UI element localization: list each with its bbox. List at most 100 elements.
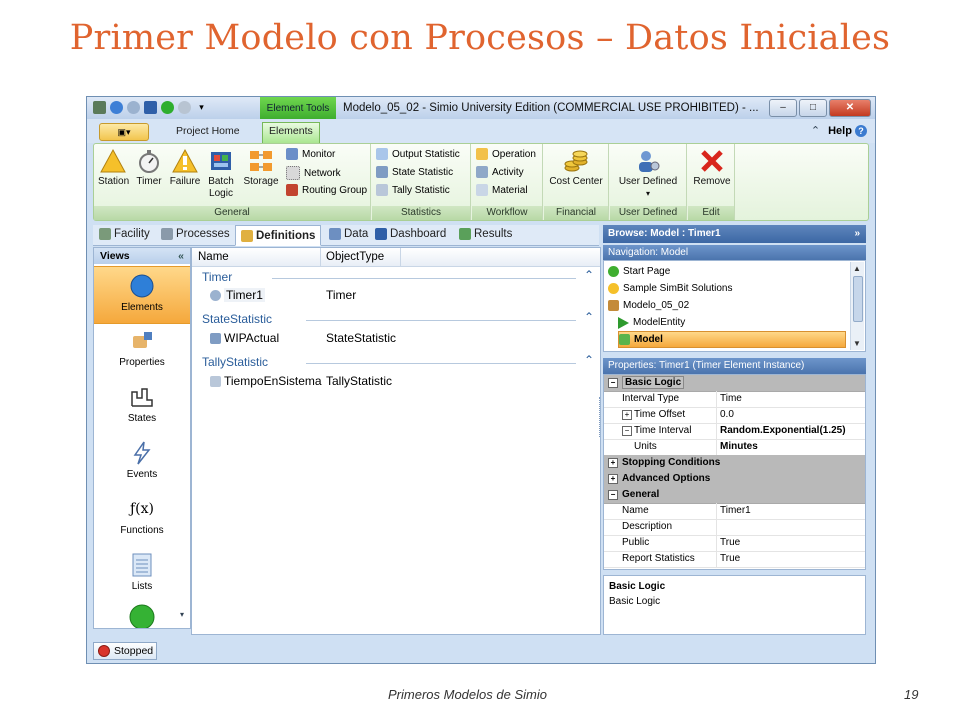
- stop-icon[interactable]: [178, 101, 191, 114]
- property-row-public[interactable]: Public True: [604, 535, 865, 552]
- table-row[interactable]: Timer1 Timer: [210, 288, 590, 304]
- property-row-name[interactable]: Name Timer1: [604, 503, 865, 520]
- nav-item-modelentity[interactable]: ModelEntity: [618, 314, 846, 331]
- group-header-tallystatistic[interactable]: TallyStatistic ⌃: [202, 353, 594, 369]
- tab-results[interactable]: Results: [459, 228, 512, 240]
- customize-qat-icon[interactable]: ▾: [195, 101, 208, 114]
- help-button[interactable]: ⌃ Help ?: [811, 124, 867, 137]
- storage-label: Storage: [243, 176, 279, 187]
- table-row[interactable]: TiempoEnSistema TallyStatistic: [210, 374, 590, 390]
- tab-dashboard[interactable]: Dashboard: [375, 228, 446, 240]
- activity-button[interactable]: Activity: [476, 166, 524, 178]
- property-value[interactable]: True: [720, 553, 740, 564]
- view-more-partial[interactable]: [129, 604, 155, 628]
- scroll-down-icon[interactable]: ▼: [853, 339, 861, 348]
- tally-statistic-button[interactable]: Tally Statistic: [376, 184, 450, 196]
- collapse-caret-icon[interactable]: ⌃: [584, 268, 594, 282]
- user-defined-button[interactable]: User Defined ▾: [616, 148, 680, 200]
- nav-item-model[interactable]: Model: [618, 331, 846, 348]
- collapse-caret-icon[interactable]: ⌃: [584, 310, 594, 324]
- save-icon[interactable]: [144, 101, 157, 114]
- batch-logic-icon: [211, 152, 231, 170]
- coins-icon: [564, 150, 588, 172]
- tab-elements[interactable]: Elements: [262, 122, 320, 144]
- expand-icon[interactable]: +: [622, 410, 632, 420]
- batch-logic-button[interactable]: Batch Logic: [204, 148, 238, 200]
- tab-facility[interactable]: Facility: [99, 228, 150, 240]
- station-button[interactable]: Station: [98, 148, 129, 188]
- redo-icon[interactable]: [127, 101, 140, 114]
- network-button[interactable]: Network: [286, 166, 341, 180]
- property-key: Description: [622, 521, 673, 532]
- state-statistic-button[interactable]: State Statistic: [376, 166, 453, 178]
- routing-group-button[interactable]: Routing Group: [286, 184, 367, 196]
- column-objecttype[interactable]: ObjectType: [326, 251, 384, 263]
- expand-icon[interactable]: +: [608, 458, 618, 468]
- view-properties[interactable]: Properties: [94, 322, 190, 378]
- category-general[interactable]: − General: [604, 487, 865, 504]
- app-icon[interactable]: [93, 101, 106, 114]
- material-button[interactable]: Material: [476, 184, 528, 196]
- remove-button[interactable]: Remove: [692, 148, 732, 188]
- collapse-icon[interactable]: −: [608, 378, 618, 388]
- view-elements[interactable]: Elements: [94, 266, 190, 324]
- property-row-time-offset[interactable]: + Time Offset 0.0: [604, 407, 865, 424]
- application-menu-button[interactable]: ▣▾: [99, 123, 149, 141]
- navigation-scrollbar[interactable]: ▲ ▼: [850, 262, 864, 350]
- minimize-button[interactable]: –: [769, 99, 797, 117]
- run-icon[interactable]: [161, 101, 174, 114]
- collapse-icon[interactable]: −: [608, 490, 618, 500]
- nav-item-project[interactable]: Modelo_05_02: [608, 297, 846, 314]
- property-value[interactable]: 0.0: [720, 409, 734, 420]
- nav-item-simbit[interactable]: Sample SimBit Solutions: [608, 280, 846, 297]
- view-states[interactable]: States: [94, 378, 190, 434]
- scroll-thumb[interactable]: [853, 276, 863, 322]
- property-row-report-statistics[interactable]: Report Statistics True: [604, 551, 865, 568]
- property-value[interactable]: True: [720, 537, 740, 548]
- material-icon: [476, 184, 488, 196]
- scroll-up-icon[interactable]: ▲: [853, 264, 861, 273]
- collapse-caret-icon[interactable]: ⌃: [584, 353, 594, 367]
- group-header-timer[interactable]: Timer ⌃: [202, 268, 594, 284]
- category-advanced-options[interactable]: + Advanced Options: [604, 471, 865, 488]
- tab-processes[interactable]: Processes: [161, 228, 230, 240]
- tab-definitions[interactable]: Definitions: [235, 225, 322, 246]
- property-value[interactable]: Timer1: [720, 505, 751, 516]
- tab-project-home[interactable]: Project Home: [176, 125, 240, 137]
- output-statistic-button[interactable]: Output Statistic: [376, 148, 460, 160]
- property-row-description[interactable]: Description: [604, 519, 865, 536]
- failure-button[interactable]: Failure: [168, 148, 202, 188]
- timer-button[interactable]: Timer: [134, 148, 164, 188]
- group-header-statestatistic[interactable]: StateStatistic ⌃: [202, 310, 594, 326]
- close-button[interactable]: ✕: [829, 99, 871, 117]
- property-row-interval-type[interactable]: Interval Type Time: [604, 391, 865, 408]
- property-value[interactable]: Minutes: [720, 441, 758, 452]
- results-icon: [459, 228, 471, 240]
- category-basic-logic[interactable]: − Basic Logic: [604, 375, 865, 392]
- category-stopping-conditions[interactable]: + Stopping Conditions: [604, 455, 865, 472]
- operation-button[interactable]: Operation: [476, 148, 536, 160]
- scroll-down-views-icon[interactable]: ▾: [180, 610, 184, 619]
- collapse-views-icon[interactable]: «: [178, 248, 184, 264]
- property-value[interactable]: Time: [720, 393, 742, 404]
- maximize-button[interactable]: □: [799, 99, 827, 117]
- monitor-button[interactable]: Monitor: [286, 148, 335, 160]
- view-lists[interactable]: Lists: [94, 546, 190, 602]
- tab-data[interactable]: Data: [329, 228, 368, 240]
- column-name[interactable]: Name: [198, 251, 229, 263]
- view-functions[interactable]: ƒ(x) Functions: [94, 490, 190, 546]
- collapse-icon[interactable]: −: [622, 426, 632, 436]
- table-row[interactable]: WIPActual StateStatistic: [210, 331, 590, 347]
- view-events[interactable]: Events: [94, 434, 190, 490]
- storage-button[interactable]: Storage: [242, 148, 280, 188]
- cost-center-button[interactable]: Cost Center: [546, 148, 606, 188]
- property-row-time-interval[interactable]: − Time Interval Random.Exponential(1.25): [604, 423, 865, 440]
- nav-item-start-page[interactable]: Start Page: [608, 263, 846, 280]
- run-state-indicator[interactable]: Stopped: [93, 642, 157, 660]
- property-value[interactable]: Random.Exponential(1.25): [720, 425, 846, 436]
- collapse-browse-icon[interactable]: »: [854, 225, 860, 243]
- expand-icon[interactable]: +: [608, 474, 618, 484]
- property-row-units[interactable]: Units Minutes: [604, 439, 865, 456]
- undo-icon[interactable]: [110, 101, 123, 114]
- views-panel: Views « Elements Properties States Events…: [93, 247, 191, 629]
